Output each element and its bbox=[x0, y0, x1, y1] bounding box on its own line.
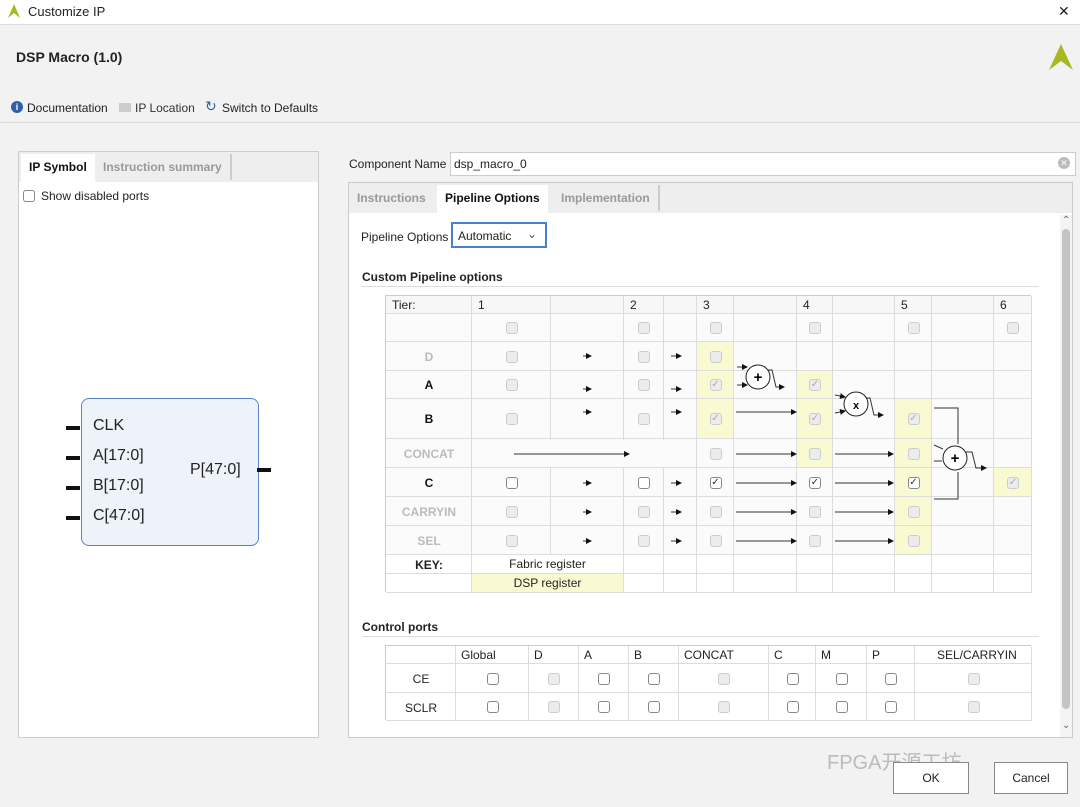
operator-symbol: + bbox=[754, 369, 763, 386]
port-in-pin bbox=[66, 516, 80, 520]
control-sclr-checkbox bbox=[967, 701, 980, 713]
ip-location-link[interactable]: IP Location bbox=[135, 101, 195, 115]
control-ports-table: Global D A B CONCAT C M P SEL/CARRYIN CE SCLR bbox=[385, 645, 1032, 721]
control-sclr-checkbox[interactable] bbox=[835, 701, 848, 713]
scroll-up-icon[interactable]: ⌃ bbox=[1062, 215, 1070, 226]
operator-symbol: + bbox=[951, 450, 960, 467]
page-title: DSP Macro (1.0) bbox=[16, 49, 123, 65]
ip-symbol-block: CLK A[17:0] B[17:0] C[47:0] P[47:0] bbox=[66, 398, 259, 546]
pipeline-options-select[interactable]: Automatic ⌄ bbox=[451, 222, 547, 248]
chevron-down-icon: ⌄ bbox=[527, 227, 538, 241]
port-in-pin bbox=[66, 486, 80, 490]
postadder-output bbox=[966, 451, 987, 471]
scrollbar[interactable]: ⌃ ⌄ bbox=[1060, 215, 1072, 737]
clear-icon[interactable]: ✕ bbox=[1058, 157, 1070, 169]
control-ce-checkbox[interactable] bbox=[648, 672, 660, 685]
operator-symbol: x bbox=[853, 400, 860, 412]
window-title: Customize IP bbox=[28, 4, 106, 19]
documentation-link[interactable]: Documentation bbox=[27, 101, 108, 115]
control-sclr-checkbox bbox=[548, 701, 560, 713]
divider bbox=[362, 286, 1039, 287]
ok-button[interactable]: OK bbox=[893, 762, 969, 794]
cancel-button[interactable]: Cancel bbox=[994, 762, 1068, 794]
component-name-label: Component Name bbox=[349, 157, 447, 171]
control-column-header: B bbox=[634, 648, 643, 662]
control-ports-heading: Control ports bbox=[362, 620, 438, 634]
control-ce-checkbox[interactable] bbox=[835, 672, 848, 685]
pipeline-options-value: Automatic bbox=[458, 229, 512, 243]
arrow bbox=[834, 409, 846, 415]
port-in-label: A[17:0] bbox=[93, 447, 144, 464]
control-row-label: SCLR bbox=[404, 701, 437, 715]
control-sclr-checkbox[interactable] bbox=[598, 701, 610, 713]
vivado-logo-icon bbox=[1049, 44, 1073, 70]
tab-ip-symbol[interactable]: IP Symbol bbox=[21, 154, 95, 182]
tab-pipeline-options[interactable]: Pipeline Options bbox=[437, 185, 548, 213]
grid-cell bbox=[386, 646, 456, 664]
component-name-input[interactable]: dsp_macro_0 ✕ bbox=[450, 152, 1076, 176]
toolbar: i Documentation IP Location ↻ Switch to … bbox=[0, 92, 1080, 123]
control-sclr-checkbox bbox=[718, 701, 730, 713]
control-ce-checkbox[interactable] bbox=[786, 672, 799, 685]
close-button[interactable]: ✕ bbox=[1058, 3, 1070, 20]
custom-pipeline-heading: Custom Pipeline options bbox=[362, 270, 503, 284]
control-column-header: Global bbox=[461, 648, 496, 662]
show-disabled-ports-label: Show disabled ports bbox=[41, 189, 150, 203]
port-out-label: P[47:0] bbox=[190, 461, 241, 478]
control-column-header: P bbox=[872, 648, 881, 662]
control-ce-checkbox bbox=[967, 672, 980, 685]
show-disabled-ports-checkbox[interactable] bbox=[23, 190, 35, 202]
control-sclr-checkbox[interactable] bbox=[648, 701, 660, 713]
control-ce-checkbox bbox=[548, 672, 560, 685]
tab-instructions[interactable]: Instructions bbox=[349, 185, 434, 211]
control-ce-checkbox[interactable] bbox=[486, 672, 499, 685]
arrow bbox=[834, 393, 846, 399]
scrollbar-thumb[interactable] bbox=[1062, 229, 1070, 709]
control-sclr-checkbox[interactable] bbox=[486, 701, 499, 713]
title-bar: Customize IP ✕ bbox=[0, 0, 1080, 25]
control-ce-checkbox bbox=[718, 672, 730, 685]
tab-instruction-summary[interactable]: Instruction summary bbox=[95, 154, 232, 180]
pipeline-grid: Tier: 1 2 3 4 5 6 D A ✓ ✓ B ✓ ✓ ✓ CONCAT C ✓ ✓ ✓ ✓ CARRYIN SEL… bbox=[385, 295, 1032, 593]
switch-defaults-link[interactable]: Switch to Defaults bbox=[222, 101, 318, 115]
refresh-icon: ↻ bbox=[205, 98, 217, 114]
control-column-header: A bbox=[584, 648, 593, 662]
ip-symbol-panel: IP Symbol Instruction summary Show disab… bbox=[18, 151, 319, 738]
port-in-pin bbox=[66, 426, 80, 430]
main-tabs: Instructions Pipeline Options Implementa… bbox=[349, 183, 1072, 213]
datapath-overlay: + x + bbox=[514, 353, 987, 544]
info-icon: i bbox=[11, 101, 23, 113]
control-row-label: CE bbox=[412, 672, 430, 686]
divider bbox=[362, 636, 1039, 637]
control-ce-checkbox[interactable] bbox=[885, 672, 897, 685]
port-in-label: CLK bbox=[93, 417, 125, 434]
port-in-pin bbox=[66, 456, 80, 460]
control-column-header: D bbox=[534, 648, 543, 662]
port-in-label: C[47:0] bbox=[93, 507, 145, 524]
left-tabs: IP Symbol Instruction summary bbox=[19, 152, 318, 182]
control-ce-checkbox[interactable] bbox=[598, 672, 610, 685]
vivado-logo-icon bbox=[8, 4, 20, 18]
control-sclr-checkbox[interactable] bbox=[885, 701, 897, 713]
control-column-header: M bbox=[821, 648, 831, 662]
control-column-header: C bbox=[774, 648, 783, 662]
pipeline-options-label: Pipeline Options bbox=[361, 230, 449, 244]
port-in-label: B[17:0] bbox=[93, 477, 144, 494]
control-column-header: CONCAT bbox=[684, 648, 734, 662]
scroll-down-icon[interactable]: ⌄ bbox=[1062, 720, 1070, 731]
port-out-pin bbox=[257, 468, 271, 472]
control-column-header: SEL/CARRYIN bbox=[937, 648, 1017, 662]
component-name-value: dsp_macro_0 bbox=[454, 157, 527, 171]
control-sclr-checkbox[interactable] bbox=[786, 701, 799, 713]
tab-implementation[interactable]: Implementation bbox=[553, 185, 660, 211]
folder-icon bbox=[119, 103, 131, 112]
